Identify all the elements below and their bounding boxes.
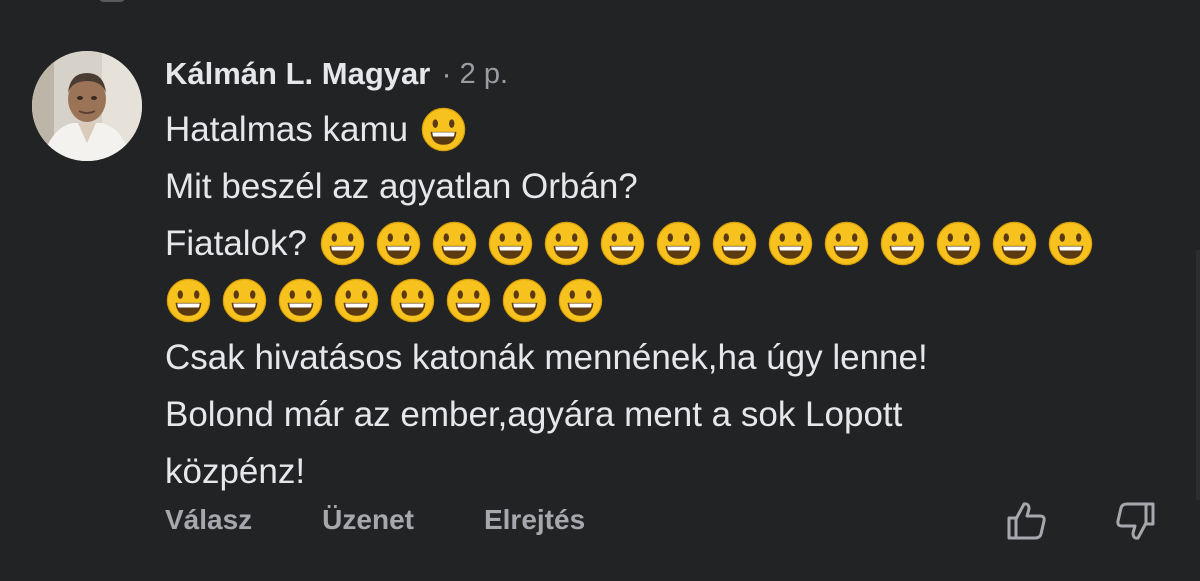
grinning-face-icon [1047, 220, 1094, 267]
grinning-face-icon [655, 220, 702, 267]
comment-text: Csak hivatásos katonák mennének,ha úgy l… [165, 338, 928, 377]
comment-actions: Válasz Üzenet Elrejtés [165, 498, 655, 542]
grinning-face-icon [221, 277, 268, 324]
comment-line: Mit beszél az agyatlan Orbán? [165, 158, 1165, 215]
grinning-face-icon [823, 220, 870, 267]
comment-line: közpénz! [165, 443, 1165, 500]
grinning-face-icon [767, 220, 814, 267]
hide-button[interactable]: Elrejtés [484, 504, 585, 536]
comment-line: Fiatalok? [165, 215, 1165, 272]
comment-text: Hatalmas kamu [165, 110, 409, 149]
comment-line: Bolond már az ember,agyára ment a sok Lo… [165, 386, 1165, 443]
grinning-face-icon [375, 220, 422, 267]
grinning-face-icon [991, 220, 1038, 267]
thumbs-down-icon[interactable] [1113, 498, 1159, 544]
comment-line: Hatalmas kamu [165, 101, 1165, 158]
comment-body: Hatalmas kamu Mit beszél az agyatlan Orbá… [165, 101, 1165, 500]
comment-line [165, 272, 1165, 329]
author-name[interactable]: Kálmán L. Magyar [165, 56, 430, 92]
message-button[interactable]: Üzenet [322, 504, 414, 536]
grinning-face-icon [319, 220, 366, 267]
reply-button[interactable]: Válasz [165, 504, 252, 536]
grinning-face-icon [420, 106, 467, 153]
grinning-face-icon [599, 220, 646, 267]
meta-separator: · [441, 56, 452, 91]
grinning-face-icon [165, 277, 212, 324]
scrollbar[interactable] [1196, 250, 1200, 500]
grinning-face-icon [487, 220, 534, 267]
grinning-face-icon [333, 277, 380, 324]
comment-line: Csak hivatásos katonák mennének,ha úgy l… [165, 329, 1165, 386]
grinning-face-icon [935, 220, 982, 267]
grinning-face-icon [879, 220, 926, 267]
thumbs-up-icon[interactable] [1003, 498, 1049, 544]
comment-screen: Kálmán L. Magyar · 2 p. Hatalmas kamu Mit… [0, 0, 1200, 581]
avatar[interactable] [32, 51, 142, 161]
grinning-face-icon [277, 277, 324, 324]
previous-comment-fragment [98, 0, 126, 2]
grinning-face-icon [501, 277, 548, 324]
grinning-face-icon [557, 277, 604, 324]
grinning-face-icon [445, 277, 492, 324]
grinning-face-icon [543, 220, 590, 267]
comment-text: közpénz! [165, 452, 306, 491]
comment-text: Bolond már az ember,agyára ment a sok Lo… [165, 395, 903, 434]
avatar-photo [32, 51, 142, 161]
grinning-face-icon [711, 220, 758, 267]
comment-header: Kálmán L. Magyar · 2 p. [165, 52, 508, 96]
grinning-face-icon [389, 277, 436, 324]
comment-timestamp: 2 p. [459, 57, 509, 90]
comment-text: Fiatalok? [165, 224, 308, 263]
grinning-face-icon [431, 220, 478, 267]
comment-text: Mit beszél az agyatlan Orbán? [165, 167, 638, 206]
